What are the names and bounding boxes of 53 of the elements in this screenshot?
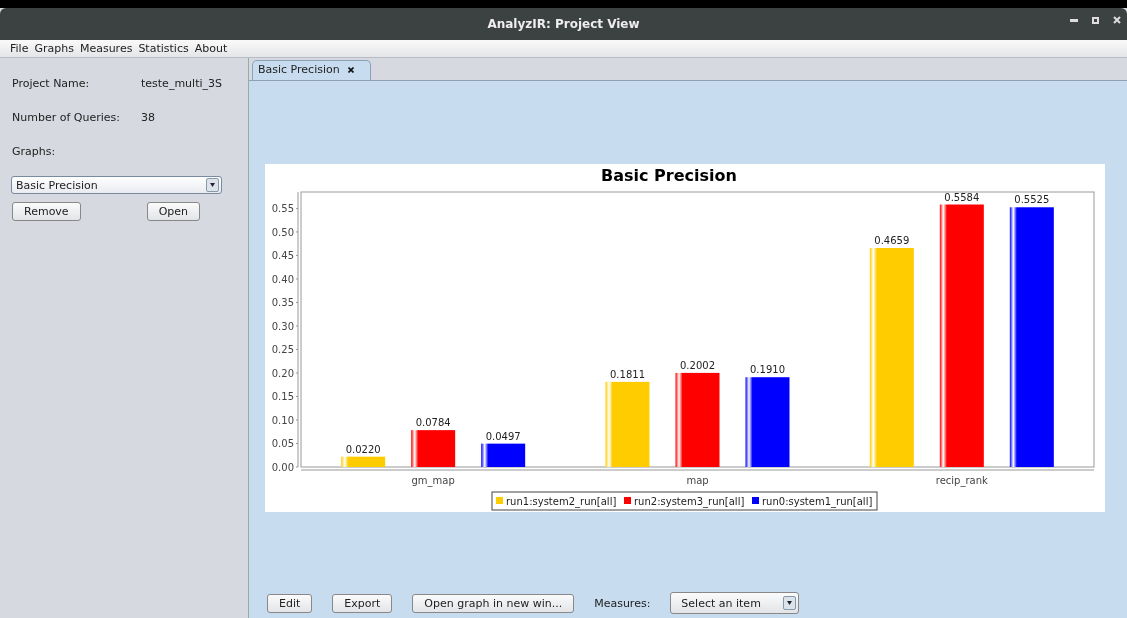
value-label: 0.5584	[944, 191, 980, 203]
menu-item[interactable]: Measures	[79, 42, 133, 55]
sidebar-button[interactable]: Open	[146, 202, 201, 221]
x-category-label: map	[686, 475, 709, 486]
value-label: 0.0784	[415, 417, 451, 429]
menu-item[interactable]: Statistics	[138, 42, 189, 55]
y-tick-label: 0.40	[271, 273, 294, 285]
window-title: AnalyzIR: Project View	[487, 17, 640, 31]
y-tick-label: 0.35	[271, 297, 294, 309]
field-value: 38	[141, 110, 155, 124]
value-label: 0.5525	[1014, 194, 1050, 206]
measure-dropdown[interactable]: Select an item	[670, 592, 799, 614]
y-tick-label: 0.55	[271, 203, 294, 215]
menu-item[interactable]: About	[194, 42, 228, 55]
y-tick-label: 0.45	[271, 250, 294, 262]
value-label: 0.1811	[610, 368, 645, 380]
toolbar-button[interactable]: Export	[332, 593, 393, 613]
y-tick-label: 0.10	[271, 415, 294, 426]
toolbar-button[interactable]: Open graph in new win...	[412, 593, 575, 613]
tab[interactable]: Basic Precision	[252, 60, 371, 80]
x-category-label: gm_map	[411, 475, 455, 486]
value-label: 0.4659	[874, 235, 910, 246]
legend-label: run2:system3_run[all]	[634, 496, 745, 507]
caret-icon	[210, 183, 215, 187]
value-label: 0.0497	[485, 430, 521, 442]
y-tick-label: 0.20	[271, 368, 294, 379]
y-tick-label: 0.25	[271, 344, 294, 356]
y-tick-label: 0.30	[271, 320, 294, 332]
caret-icon	[786, 601, 792, 605]
menu-item[interactable]: Graphs	[34, 42, 74, 55]
toolbar-button[interactable]: Edit	[267, 593, 313, 613]
y-tick-label: 0.00	[271, 462, 294, 473]
graphs-label: Graphs:	[12, 144, 56, 158]
value-label: 0.2002	[680, 359, 715, 371]
legend-label: run0:system1_run[all]	[762, 496, 873, 507]
x-category-label: recip_rank	[935, 475, 988, 486]
legend-label: run1:system2_run[all]	[506, 496, 617, 507]
minimize-icon[interactable]	[1070, 18, 1078, 22]
menu-item[interactable]: File	[10, 42, 29, 55]
maximize-icon[interactable]	[1092, 16, 1099, 24]
value-label: 0.0220	[345, 443, 381, 455]
close-icon[interactable]	[347, 67, 354, 73]
chart-title: Basic Precision	[601, 166, 737, 185]
measures-label: Measures:	[594, 596, 651, 610]
y-tick-label: 0.50	[271, 226, 294, 238]
field-label: Number of Queries:	[12, 110, 121, 124]
y-tick-label: 0.15	[271, 391, 294, 403]
field-label: Project Name:	[12, 76, 91, 90]
sidebar-button[interactable]: Remove	[12, 202, 81, 221]
value-label: 0.1910	[750, 364, 785, 376]
graphs-dropdown[interactable]: Basic Precision	[11, 176, 222, 194]
y-tick-label: 0.05	[271, 438, 294, 450]
field-value: teste_multi_3S	[141, 76, 222, 90]
